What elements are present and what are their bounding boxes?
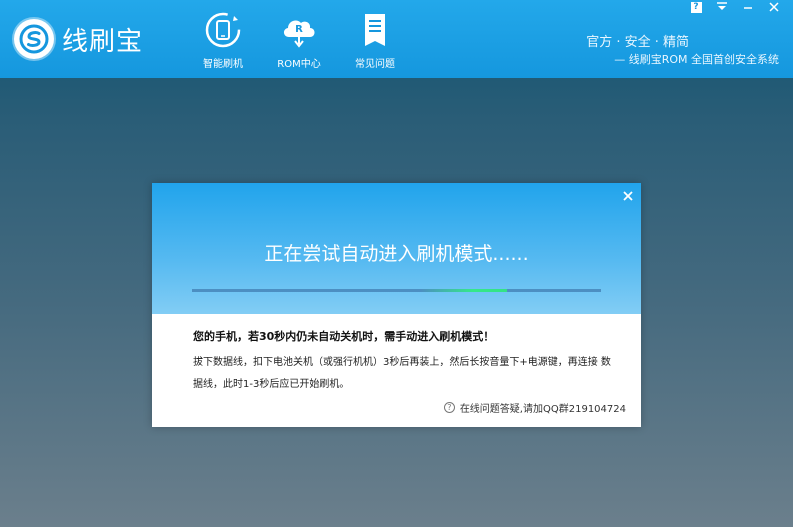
slogan-line-1: 官方 · 安全 · 精简 xyxy=(586,35,689,50)
slogan-line-2: — 线刷宝ROM 全国首创安全系统 xyxy=(614,53,779,66)
faq-document-icon xyxy=(353,10,397,50)
menu-icon xyxy=(717,2,727,10)
dialog-header: 正在尝试自动进入刷机模式...... xyxy=(152,183,641,314)
close-icon xyxy=(623,191,633,201)
rom-icon-letter: R xyxy=(295,24,303,35)
header-bar: 线刷宝 智能刷机 R ROM中心 常见问题 ? 官方 · 安全 · 精简 — 线… xyxy=(0,0,793,78)
warning-text: 您的手机，若30秒内仍未自动关机时，需手动进入刷机模式！ xyxy=(193,330,495,343)
qq-help-link[interactable]: ? 在线问题答疑,请加QQ群219104724 xyxy=(443,400,626,415)
flash-mode-dialog: 正在尝试自动进入刷机模式...... 您的手机，若30秒内仍未自动关机时，需手动… xyxy=(152,183,641,427)
logo-icon xyxy=(14,19,54,59)
close-icon xyxy=(769,2,779,12)
instructions-text: 拔下数据线，扣下电池关机（或强行机机）3秒后再装上，然后长按音量下+电源键，再连… xyxy=(193,357,611,390)
minimize-icon xyxy=(744,7,752,9)
dialog-title: 正在尝试自动进入刷机模式...... xyxy=(264,243,529,265)
nav-item-smart-flash[interactable]: 智能刷机 xyxy=(185,10,261,72)
nav-item-rom-center[interactable]: R ROM中心 xyxy=(261,10,337,72)
window-controls: ? xyxy=(683,0,787,14)
minimize-button[interactable] xyxy=(735,0,761,14)
smart-flash-icon xyxy=(201,10,245,50)
question-icon: ? xyxy=(443,402,455,413)
main-nav: 智能刷机 R ROM中心 常见问题 xyxy=(185,10,413,72)
nav-item-faq[interactable]: 常见问题 xyxy=(337,10,413,72)
dialog-body: 您的手机，若30秒内仍未自动关机时，需手动进入刷机模式！ 拔下数据线，扣下电池关… xyxy=(152,314,641,427)
rom-cloud-icon: R xyxy=(277,10,321,50)
nav-label-rom-center: ROM中心 xyxy=(277,59,321,70)
app-name: 线刷宝 xyxy=(62,26,144,57)
dialog-close-button[interactable] xyxy=(621,189,635,203)
menu-button[interactable] xyxy=(709,0,735,14)
progress-fill xyxy=(421,289,507,292)
app-logo: 线刷宝 xyxy=(14,18,143,60)
progress-bar xyxy=(192,289,601,292)
nav-label-faq: 常见问题 xyxy=(355,59,395,70)
help-icon: ? xyxy=(690,1,702,13)
nav-label-smart-flash: 智能刷机 xyxy=(203,59,243,70)
help-button[interactable]: ? xyxy=(683,0,709,14)
qq-help-text: 在线问题答疑,请加QQ群219104724 xyxy=(459,404,626,415)
close-button[interactable] xyxy=(761,0,787,14)
